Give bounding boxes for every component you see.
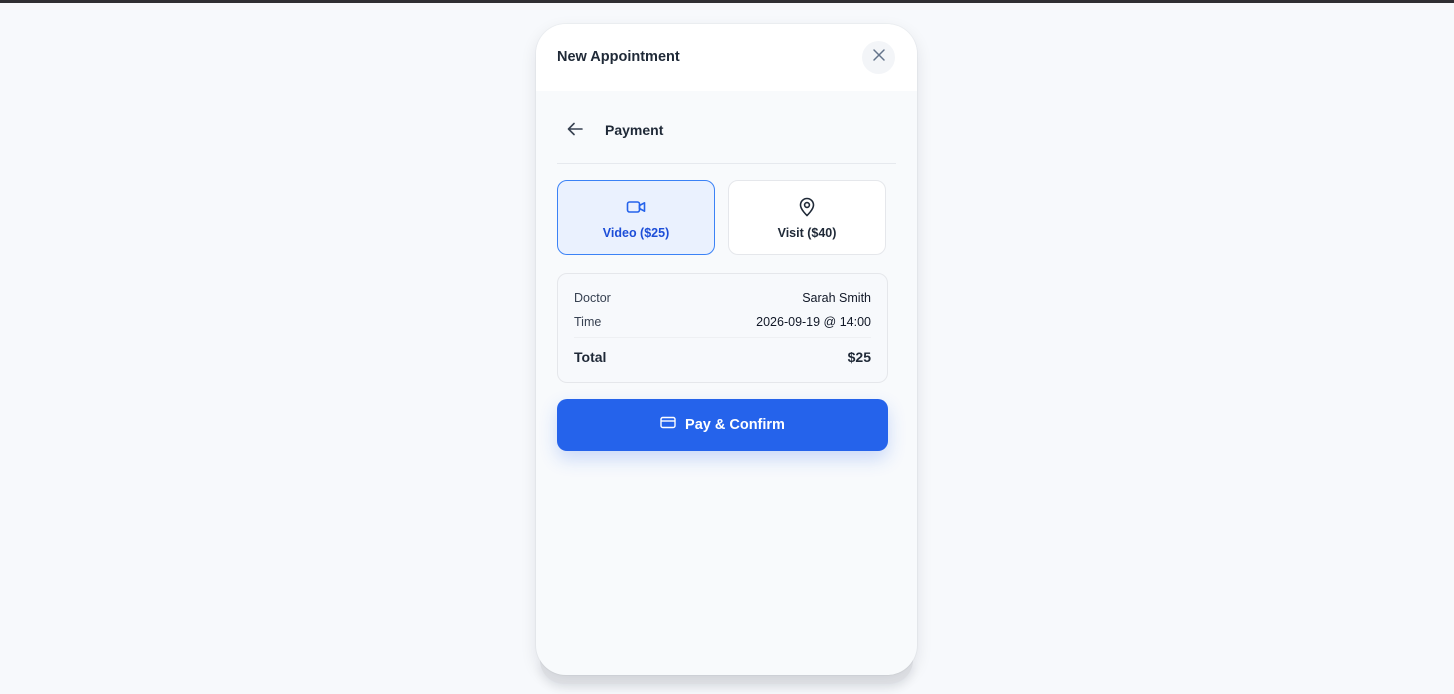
option-video[interactable]: Video ($25) <box>557 180 715 255</box>
time-value: 2026-09-19 @ 14:00 <box>756 315 871 329</box>
summary-row-doctor: Doctor Sarah Smith <box>574 291 871 305</box>
total-label: Total <box>574 349 607 365</box>
appointment-modal: New Appointment Payment Video ($25) Visi… <box>536 24 917 675</box>
credit-card-icon <box>660 416 676 434</box>
modal-title: New Appointment <box>557 49 680 65</box>
video-camera-icon <box>626 197 646 217</box>
summary-row-total: Total $25 <box>574 349 871 365</box>
doctor-label: Doctor <box>574 291 611 305</box>
section-title: Payment <box>605 122 664 138</box>
time-label: Time <box>574 315 602 329</box>
window-top-edge <box>0 0 1454 3</box>
pay-confirm-button[interactable]: Pay & Confirm <box>557 399 888 451</box>
option-visit[interactable]: Visit ($40) <box>728 180 886 255</box>
close-button[interactable] <box>862 41 895 74</box>
doctor-value: Sarah Smith <box>802 291 871 305</box>
total-value: $25 <box>847 349 871 365</box>
payment-section-header: Payment <box>557 119 896 164</box>
appointment-summary: Doctor Sarah Smith Time 2026-09-19 @ 14:… <box>557 273 888 383</box>
option-visit-label: Visit ($40) <box>777 226 837 240</box>
arrow-left-icon <box>567 122 583 141</box>
option-video-label: Video ($25) <box>602 226 670 240</box>
back-button[interactable] <box>563 119 587 143</box>
close-icon <box>872 48 886 67</box>
summary-row-time: Time 2026-09-19 @ 14:00 <box>574 315 871 329</box>
summary-divider <box>574 337 871 338</box>
map-pin-icon <box>797 197 817 217</box>
pay-confirm-label: Pay & Confirm <box>685 417 785 433</box>
modal-header: New Appointment <box>536 24 917 91</box>
